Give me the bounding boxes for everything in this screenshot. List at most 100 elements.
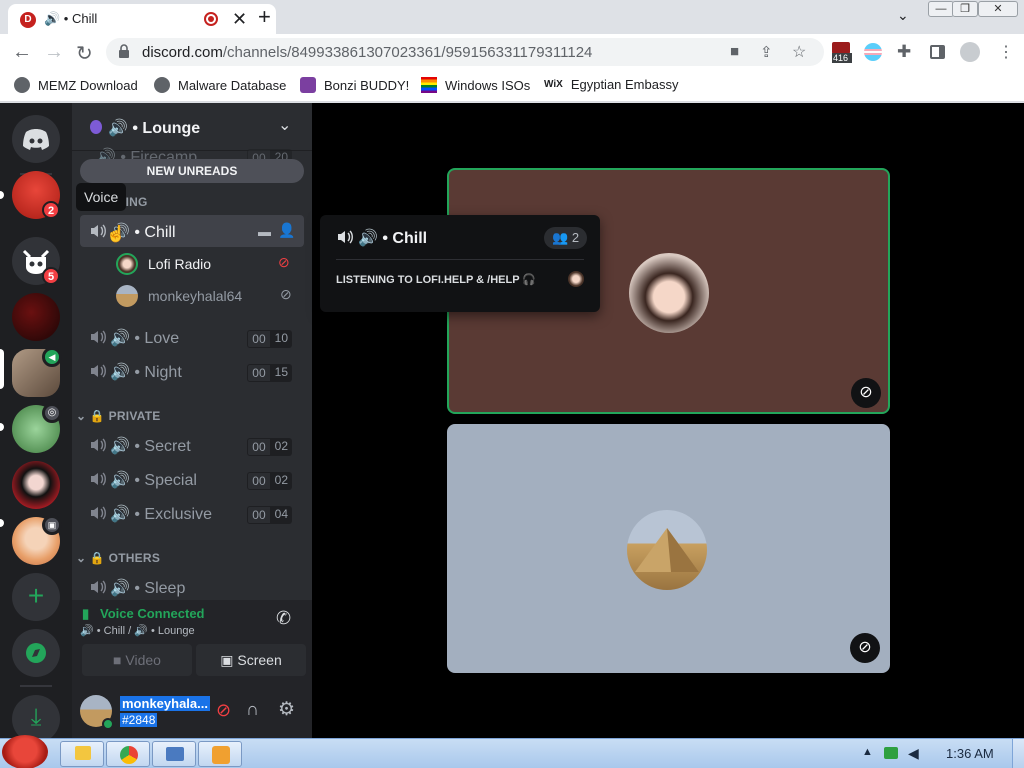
bookmark-star-icon[interactable]: ☆: [792, 42, 806, 62]
user-tag[interactable]: #2848: [120, 713, 158, 727]
taskbar-explorer[interactable]: [60, 741, 104, 767]
member-avatar: [116, 253, 138, 275]
anime-red-server[interactable]: [12, 461, 60, 509]
tab-favicon-icon: D: [20, 12, 36, 28]
discord-app: 2 5 ◀ ◎ ▣ + ⤓ 🔊 • Lounge ⌄ 🔊 • Firecamp: [0, 103, 1024, 743]
tab-strip: D 🔊 • Chill ✕ + ⌄ — ❐ ✕: [0, 0, 1024, 34]
forward-arrow-icon[interactable]: →: [44, 41, 64, 64]
trans-flag-extension-icon[interactable]: [864, 43, 882, 61]
channel-secret[interactable]: 🔊 • Secret 00 02: [80, 429, 304, 461]
mic-muted-icon: ⊘: [280, 286, 292, 302]
channel-exclusive[interactable]: 🔊 • Exclusive 00 04: [80, 497, 304, 529]
voice-location[interactable]: 🔊 • Chill / 🔊 • Lounge: [80, 624, 195, 637]
popup-activity: LISTENING TO LOFI.HELP & /HELP 🎧: [336, 274, 537, 286]
compass-icon: [26, 643, 46, 663]
video-camera-icon: ■: [113, 652, 126, 668]
back-arrow-icon[interactable]: ←: [12, 41, 32, 64]
voice-member-row[interactable]: Lofi Radio ⊘: [116, 252, 296, 278]
address-bar[interactable]: discord.com/channels/849933861307023361/…: [106, 38, 824, 66]
tab-search-chevron-icon[interactable]: ⌄: [897, 7, 909, 24]
extensions-puzzle-icon[interactable]: ✚: [897, 42, 911, 62]
mic-muted-icon: ⊘: [850, 633, 880, 663]
stream-muted-icon: ⊘: [851, 378, 881, 408]
bookmark-malware-db[interactable]: Malware Database: [154, 77, 286, 93]
recording-icon: [204, 12, 218, 26]
red-dark-server[interactable]: [12, 293, 60, 341]
voice-active-speaker-icon: ◀: [42, 347, 62, 367]
username[interactable]: monkeyhala...: [120, 696, 210, 711]
discord-logo-icon: [23, 129, 49, 150]
people-icon: 👥: [552, 230, 572, 245]
video-button[interactable]: ■ Video: [82, 644, 192, 676]
chevron-down-icon: ⌄: [278, 117, 292, 134]
share-icon[interactable]: ⇪: [760, 43, 773, 61]
divider: [336, 259, 584, 260]
taskbar-chrome[interactable]: [106, 741, 150, 767]
member-avatar: [116, 285, 138, 307]
popup-title: 🔊 • Chill: [358, 230, 428, 247]
tab-title: 🔊 • Chill: [44, 11, 98, 26]
extension-rating-icon[interactable]: 416: [832, 42, 852, 64]
stage-live-icon: ◎: [42, 403, 62, 423]
channel-hover-card: 🔊 • Chill 👥 2 LISTENING TO LOFI.HELP & /…: [320, 215, 600, 312]
new-unreads-bar[interactable]: NEW UNREADS: [80, 159, 304, 183]
settings-gear-icon[interactable]: ⚙: [278, 698, 295, 721]
channel-love[interactable]: 🔊 • Love 00 10: [80, 321, 304, 353]
guild-name: 🔊 • Lounge: [108, 120, 201, 137]
explore-servers-button[interactable]: [12, 629, 60, 677]
show-desktop-button[interactable]: [1012, 739, 1024, 768]
chrome-menu-icon[interactable]: ⋮: [998, 42, 1014, 62]
tray-arrow-icon[interactable]: ▲: [862, 746, 873, 758]
mic-muted-icon[interactable]: ⊘: [216, 700, 231, 721]
bookmark-memz[interactable]: MEMZ Download: [14, 77, 138, 93]
browser-toolbar: ← → ↻ discord.com/channels/8499338613070…: [0, 34, 1024, 70]
profile-avatar[interactable]: [960, 42, 980, 62]
taskbar-app-orange[interactable]: [198, 741, 242, 767]
channel-sleep[interactable]: 🔊 • Sleep: [80, 571, 304, 603]
taskbar-app[interactable]: [152, 741, 196, 767]
close-window-button[interactable]: ✕: [978, 1, 1018, 17]
voice-member-row[interactable]: monkeyhalal64 ⊘: [116, 284, 296, 310]
invite-user-icon[interactable]: 👤: [278, 222, 295, 239]
screen-share-button[interactable]: ▣ Screen: [196, 644, 306, 676]
tab-close-icon[interactable]: ✕: [232, 9, 247, 30]
open-chat-icon[interactable]: ▬: [258, 224, 271, 239]
bookmark-bonzi[interactable]: Bonzi BUDDY!: [300, 77, 409, 93]
category-private[interactable]: ⌄ 🔒 PRIVATE: [76, 409, 161, 423]
unread-pill: [0, 519, 4, 527]
signal-strength-icon[interactable]: ▮: [82, 606, 89, 622]
channel-night[interactable]: 🔊 • Night 00 15: [80, 355, 304, 387]
speaker-icon: [91, 506, 106, 520]
disconnect-call-icon[interactable]: ✆: [276, 608, 291, 629]
side-panel-icon[interactable]: [930, 45, 945, 59]
participant-avatar: [627, 510, 707, 590]
speaker-icon: [91, 580, 106, 594]
bookmark-windows-isos[interactable]: Windows ISOs: [421, 77, 530, 93]
speaker-icon: [91, 472, 106, 486]
bookmark-egyptian-embassy[interactable]: WiX Egyptian Embassy: [544, 77, 678, 92]
start-button[interactable]: [2, 735, 48, 768]
discord-home-button[interactable]: [12, 115, 60, 163]
rainbow-flag-icon: [421, 77, 437, 93]
restore-button[interactable]: ❐: [952, 1, 978, 17]
new-tab-button[interactable]: +: [258, 4, 271, 30]
clock[interactable]: 1:36 AM: [946, 746, 994, 761]
category-others[interactable]: ⌄ 🔒 OTHERS: [76, 551, 160, 565]
wix-icon: WiX: [544, 79, 563, 90]
channel-special[interactable]: 🔊 • Special 00 02: [80, 463, 304, 495]
minimize-button[interactable]: —: [928, 1, 954, 17]
camera-icon[interactable]: ■: [730, 43, 739, 60]
speaker-icon: [91, 224, 106, 238]
lock-icon: [119, 44, 129, 58]
mention-badge: 5: [42, 267, 60, 285]
voice-connected-status[interactable]: Voice Connected: [100, 606, 205, 621]
participant-tile-monkeyhalal64[interactable]: ⊘: [447, 424, 890, 673]
add-server-button[interactable]: +: [12, 573, 60, 621]
volume-icon[interactable]: ◀: [908, 745, 919, 762]
headphones-icon[interactable]: ∩: [246, 699, 259, 720]
browser-tab[interactable]: D 🔊 • Chill ✕: [8, 4, 276, 34]
speaker-icon: [91, 330, 106, 344]
chevron-down-icon: ⌄: [76, 409, 90, 423]
reload-icon[interactable]: ↻: [76, 41, 93, 66]
network-icon[interactable]: [884, 747, 898, 759]
